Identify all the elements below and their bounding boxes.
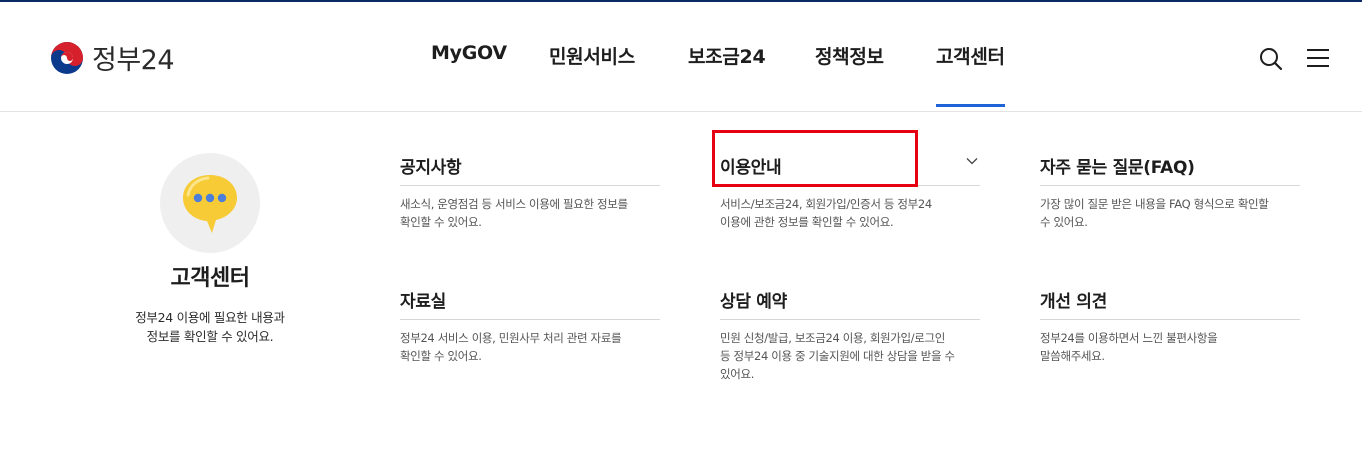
nav-item-policy-info[interactable]: 정책정보 (815, 42, 884, 69)
hamburger-menu-icon[interactable] (1306, 47, 1330, 69)
menu-card-description: 새소식, 운영점검 등 서비스 이용에 필요한 정보를 확인할 수 있어요. (400, 197, 628, 229)
nav-item-civil-services[interactable]: 민원서비스 (549, 42, 635, 69)
menu-card-description: 민원 신청/발급, 보조금24 이용, 회원가입/로그인 등 정부24 이용 중… (720, 331, 955, 381)
menu-card-usage-guide: 이용안내 서비스/보조금24, 회원가입/인증서 등 정부24 이용에 관한 정… (720, 153, 980, 231)
menu-link-archive[interactable]: 자료실 (400, 287, 660, 320)
menu-link-consultation[interactable]: 상담 예약 (720, 287, 980, 320)
page-title: 고객센터 (170, 266, 250, 291)
menu-card-description: 정부24를 이용하면서 느낀 불편사항을 말씀해주세요. (1040, 331, 1218, 363)
menu-card-faq: 자주 묻는 질문(FAQ) 가장 많이 질문 받은 내용을 FAQ 형식으로 확… (1040, 153, 1300, 231)
chat-bubble-icon (183, 175, 237, 233)
menu-card-description: 정부24 서비스 이용, 민원사무 처리 관련 자료를 확인할 수 있어요. (400, 331, 622, 363)
menu-card-description: 가장 많이 질문 받은 내용을 FAQ 형식으로 확인할 수 있어요. (1040, 197, 1269, 229)
menu-card-description: 서비스/보조금24, 회원가입/인증서 등 정부24 이용에 관한 정보를 확인… (720, 197, 932, 229)
nav-item-customer-center[interactable]: 고객센터 (936, 42, 1005, 107)
chevron-down-icon[interactable] (966, 157, 978, 165)
page-description: 정부24 이용에 필요한 내용과 정보를 확인할 수 있어요. (135, 310, 285, 344)
menu-card-archive: 자료실 정부24 서비스 이용, 민원사무 처리 관련 자료를 확인할 수 있어… (400, 287, 660, 365)
site-header: 정부24 MyGOV 민원서비스 보조금24 정책정보 고객센터 (0, 2, 1362, 112)
speech-bubble-illustration (160, 153, 260, 253)
site-logo[interactable]: 정부24 (50, 38, 175, 77)
menu-card-notice: 공지사항 새소식, 운영점검 등 서비스 이용에 필요한 정보를 확인할 수 있… (400, 153, 660, 231)
taegeuk-logo-icon (51, 41, 83, 74)
menu-card-feedback: 개선 의견 정부24를 이용하면서 느낀 불편사항을 말씀해주세요. (1040, 287, 1300, 365)
nav-item-mygov[interactable]: MyGOV (431, 42, 507, 64)
menu-link-feedback[interactable]: 개선 의견 (1040, 287, 1300, 320)
search-icon[interactable] (1258, 46, 1284, 72)
menu-link-faq[interactable]: 자주 묻는 질문(FAQ) (1040, 153, 1300, 186)
logo-text: 정부24 (92, 45, 175, 76)
nav-item-subsidy24[interactable]: 보조금24 (688, 42, 766, 69)
menu-link-usage-guide[interactable]: 이용안내 (720, 153, 980, 186)
menu-link-notice[interactable]: 공지사항 (400, 153, 660, 186)
menu-card-consultation: 상담 예약 민원 신청/발급, 보조금24 이용, 회원가입/로그인 등 정부2… (720, 287, 980, 383)
